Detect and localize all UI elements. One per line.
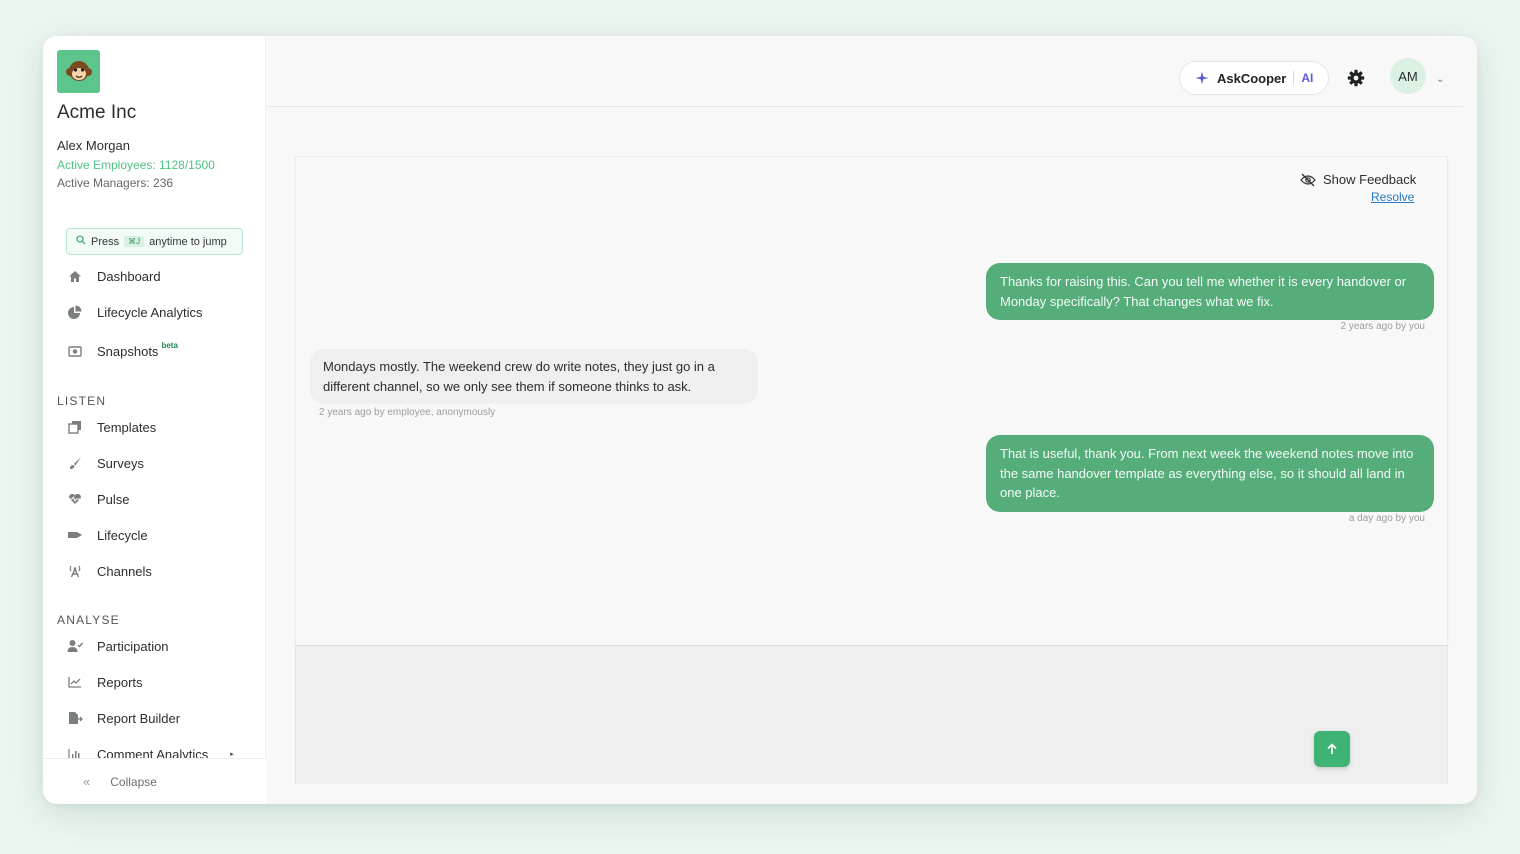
jump-press-label: Press — [91, 235, 120, 248]
section-listen: LISTEN — [57, 394, 107, 408]
sidebar-item-label: Lifecycle Analytics — [97, 304, 203, 320]
jump-shortcut: ⌘J — [124, 236, 145, 247]
file-export-icon — [67, 710, 83, 726]
chart-line-icon — [67, 674, 83, 690]
jump-search[interactable]: Press ⌘J anytime to jump — [66, 228, 243, 255]
divider — [1293, 71, 1295, 85]
reply-compose-area[interactable] — [295, 646, 1448, 784]
message-meta: 2 years ago by you — [1340, 321, 1426, 332]
section-analyse: ANALYSE — [57, 613, 120, 627]
send-button[interactable] — [1314, 731, 1350, 767]
show-feedback-toggle[interactable]: Show Feedback — [1300, 172, 1416, 187]
arrow-up-icon — [1327, 743, 1337, 754]
feedback-conversation-panel: Show Feedback Resolve Thanks for raising… — [295, 156, 1448, 646]
user-name: Alex Morgan — [57, 138, 130, 153]
avatar[interactable]: AM — [1390, 58, 1426, 94]
resolve-link[interactable]: Resolve — [1371, 190, 1414, 204]
askcooper-button[interactable]: AskCooper AI — [1179, 61, 1329, 95]
chevron-down-icon[interactable]: ⌄ — [1436, 74, 1444, 85]
message-bubble-you: Thanks for raising this. Can you tell me… — [986, 263, 1434, 320]
message-bubble-employee: Mondays mostly. The weekend crew do writ… — [310, 349, 758, 404]
show-feedback-label: Show Feedback — [1323, 172, 1417, 187]
sidebar-item-label: Participation — [97, 638, 169, 654]
sidebar-item-channels[interactable]: Channels — [67, 561, 152, 581]
sidebar-item-label: Reports — [97, 674, 143, 690]
message-meta: a day ago by you — [1348, 513, 1425, 524]
sidebar-item-label: Channels — [97, 563, 152, 579]
collapse-button[interactable]: « Collapse — [43, 758, 266, 804]
sidebar-item-report-builder[interactable]: Report Builder — [67, 708, 180, 728]
sidebar-item-label: Pulse — [97, 491, 130, 507]
chevron-double-left-icon: « — [83, 774, 91, 789]
sidebar-item-dashboard[interactable]: Dashboard — [67, 266, 161, 286]
sidebar-item-pulse[interactable]: Pulse — [67, 489, 130, 509]
sidebar-item-lifecycle-analytics[interactable]: Lifecycle Analytics — [67, 302, 203, 322]
sidebar-item-surveys[interactable]: Surveys — [67, 453, 144, 473]
eye-slash-icon — [1300, 173, 1316, 187]
monkey-logo-icon[interactable] — [57, 50, 100, 93]
sidebar-item-templates[interactable]: Templates — [67, 417, 156, 437]
beta-badge: beta — [161, 340, 178, 350]
top-header: AskCooper AI AM ⌄ — [266, 36, 1463, 107]
brush-icon — [67, 455, 83, 471]
org-name: Acme Inc — [57, 102, 137, 123]
camera-icon — [67, 343, 83, 359]
sidebar-item-label: Snapshots — [97, 343, 159, 359]
sidebar-item-reports[interactable]: Reports — [67, 672, 143, 692]
home-icon — [67, 268, 83, 284]
broadcast-icon — [67, 563, 83, 579]
message-bubble-you: That is useful, thank you. From next wee… — [986, 435, 1434, 512]
user-check-icon — [67, 638, 83, 654]
active-managers: Active Managers: 236 — [57, 176, 174, 190]
collapse-label: Collapse — [110, 774, 157, 789]
avatar-initials: AM — [1398, 68, 1418, 84]
ai-badge: AI — [1301, 71, 1314, 85]
search-icon — [76, 235, 86, 248]
sidebar-item-participation[interactable]: Participation — [67, 636, 169, 656]
message-meta: 2 years ago by employee, anonymously — [319, 407, 496, 418]
templates-icon — [67, 419, 83, 435]
caret-right-icon: ▸ — [230, 751, 234, 758]
sidebar-item-label: Lifecycle — [97, 527, 148, 543]
askcooper-label: AskCooper — [1217, 70, 1287, 86]
sidebar-item-label: Surveys — [97, 455, 144, 471]
gear-icon[interactable] — [1347, 69, 1365, 87]
heartbeat-icon — [67, 491, 83, 507]
sidebar-item-lifecycle[interactable]: Lifecycle — [67, 525, 148, 545]
jump-suffix-label: anytime to jump — [149, 235, 227, 248]
sidebar-item-label: Report Builder — [97, 710, 181, 726]
sidebar-item-snapshots[interactable]: Snapshots beta — [67, 341, 178, 361]
lifecycle-icon — [67, 527, 83, 543]
active-employees: Active Employees: 1128/1500 — [57, 158, 215, 172]
app-window: Acme Inc Alex Morgan Active Employees: 1… — [43, 36, 1477, 804]
sidebar-item-label: Dashboard — [97, 268, 161, 284]
sidebar-item-label: Templates — [97, 419, 157, 435]
sparkle-icon — [1195, 71, 1209, 85]
sidebar: Acme Inc Alex Morgan Active Employees: 1… — [43, 36, 266, 804]
pie-chart-icon — [67, 304, 83, 320]
